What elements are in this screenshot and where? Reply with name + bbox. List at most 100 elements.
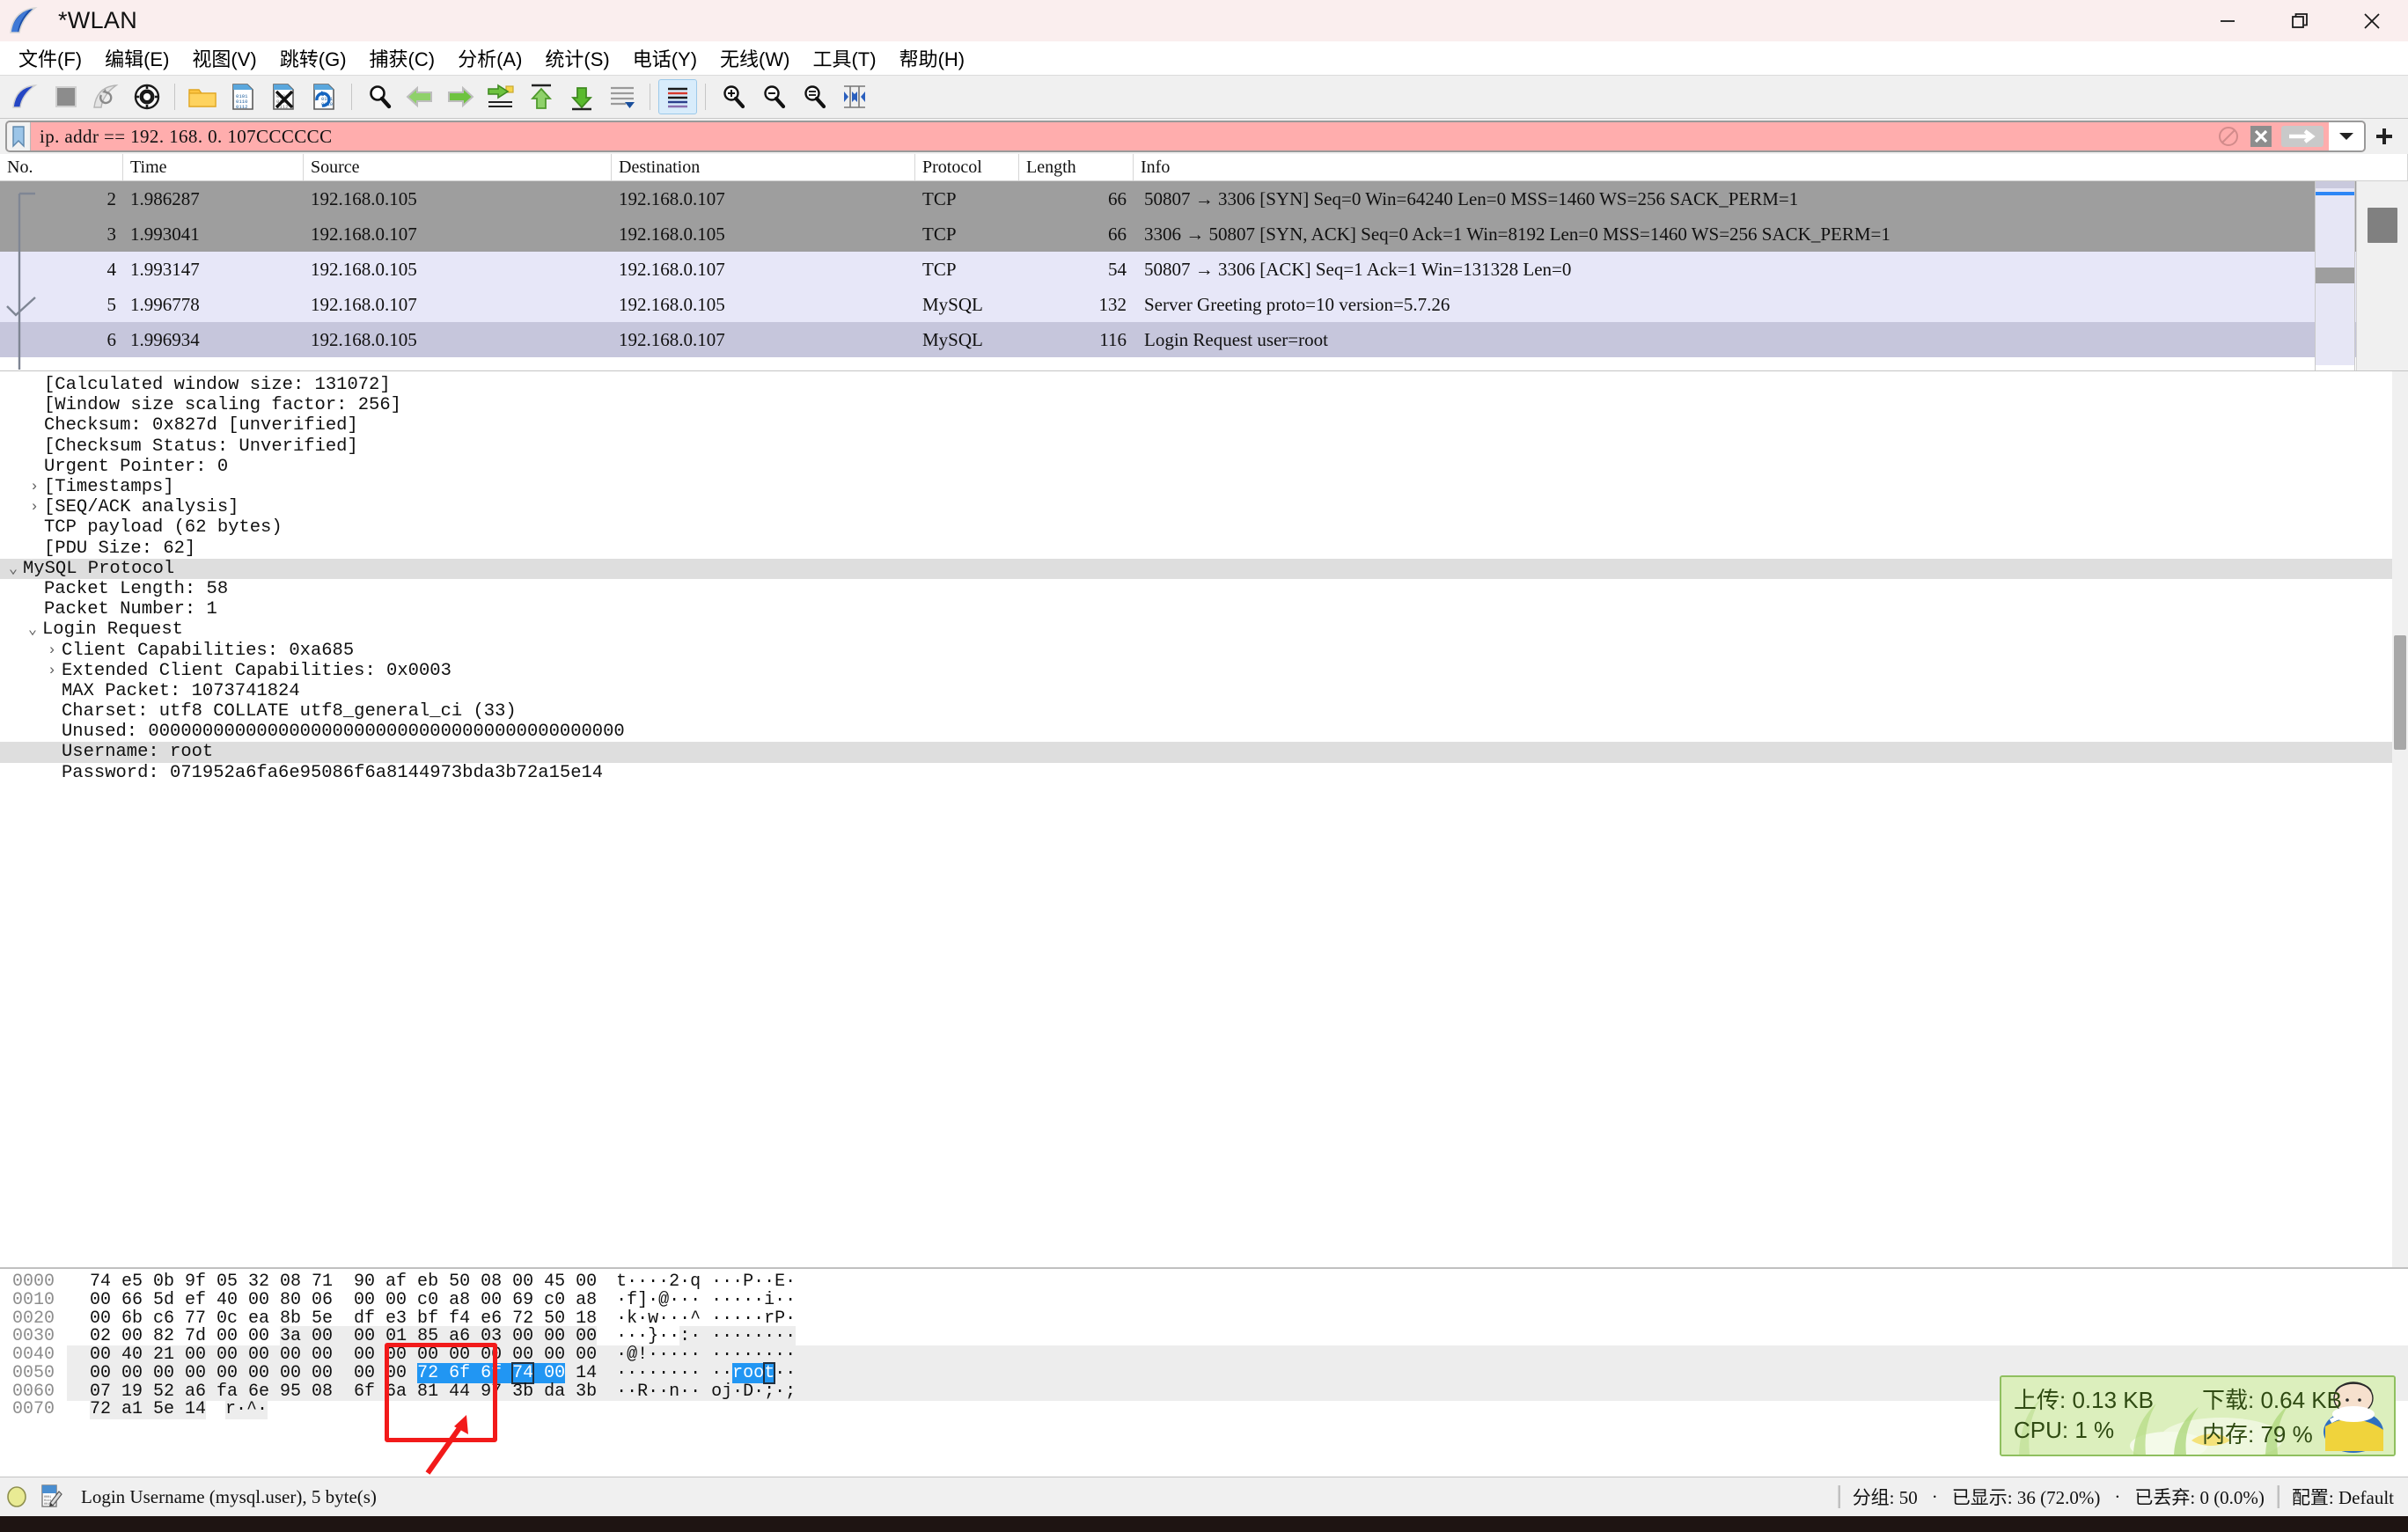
packet-detail-scrollbar[interactable] (2392, 371, 2408, 1267)
hex-row[interactable]: 0020 00 6b c6 77 0c ea 8b 5e df e3 bf f4… (0, 1308, 2408, 1329)
packet-list-scrollbar[interactable] (2356, 181, 2408, 370)
capture-file-comment-icon[interactable]: 0001 0111 0010 (33, 1484, 69, 1510)
status-profile[interactable]: 配置: Default (2292, 1484, 2394, 1510)
table-row[interactable]: 3 1.993041 192.168.0.107 192.168.0.105 T… (0, 216, 2408, 252)
menu-tools[interactable]: 工具(T) (801, 40, 887, 76)
column-header-time[interactable]: Time (123, 154, 304, 180)
apply-filter-arrow-icon[interactable] (2276, 122, 2329, 150)
close-file-icon[interactable]: 010101100112 (264, 79, 303, 114)
detail-row-max-packet[interactable]: MAX Packet: 1073741824 (0, 681, 2408, 701)
detail-row[interactable]: Packet Length: 58 (0, 579, 2408, 599)
detail-row-client-capabilities[interactable]: › Client Capabilities: 0xa685 (0, 640, 2408, 661)
capture-options-icon[interactable] (128, 79, 166, 114)
clear-filter-icon[interactable] (2246, 122, 2276, 150)
chevron-right-icon[interactable]: › (42, 642, 62, 659)
detail-row-charset[interactable]: Charset: utf8 COLLATE utf8_general_ci (3… (0, 701, 2408, 722)
column-header-source[interactable]: Source (304, 154, 612, 180)
zoom-out-icon[interactable] (754, 79, 793, 114)
start-capture-icon[interactable] (6, 79, 45, 114)
open-file-icon[interactable] (183, 79, 222, 114)
detail-row-seq-ack-analysis[interactable]: › [SEQ/ACK analysis] (0, 497, 2408, 517)
restore-button[interactable] (2264, 0, 2336, 41)
resize-columns-icon[interactable] (835, 79, 874, 114)
restart-capture-icon[interactable] (87, 79, 126, 114)
menu-capture[interactable]: 捕获(C) (358, 40, 447, 76)
find-packet-icon[interactable] (360, 79, 399, 114)
cell-destination: 192.168.0.105 (619, 293, 725, 315)
go-forward-icon[interactable] (441, 79, 480, 114)
chevron-right-icon[interactable]: › (25, 499, 44, 516)
detail-row-unused[interactable]: Unused: 00000000000000000000000000000000… (0, 722, 2408, 742)
chevron-down-icon[interactable]: ⌄ (23, 620, 42, 639)
table-row[interactable]: 5 1.996778 192.168.0.107 192.168.0.105 M… (0, 287, 2408, 322)
detail-row[interactable]: [Window size scaling factor: 256] (0, 395, 2408, 415)
go-last-packet-icon[interactable] (562, 79, 601, 114)
system-monitor-widget[interactable]: 上传: 0.13 KB 下载: 0.64 KB CPU: 1 % 内存: 79 … (2000, 1375, 2396, 1456)
detail-row[interactable]: Packet Number: 1 (0, 599, 2408, 619)
filter-dropdown-chevron-down-icon[interactable] (2329, 122, 2364, 150)
chevron-down-icon[interactable]: ⌄ (4, 560, 23, 578)
cell-no: 6 (106, 328, 117, 350)
detail-row-login-request[interactable]: ⌄ Login Request (0, 619, 2408, 640)
display-filter-input[interactable]: ip. addr == 192. 168. 0. 107CCCCCC (31, 122, 2211, 150)
column-header-destination[interactable]: Destination (612, 154, 915, 180)
hex-row[interactable]: 0030 02 00 82 7d 00 00 3a 00 00 01 85 a6… (0, 1326, 2408, 1347)
display-filter-container[interactable]: ip. addr == 192. 168. 0. 107CCCCCC (5, 121, 2366, 152)
cell-info: 50807 → 3306 [SYN] Seq=0 Win=64240 Len=0… (1144, 187, 1799, 209)
zoom-reset-icon[interactable] (795, 79, 833, 114)
svg-text:0112: 0112 (236, 104, 247, 110)
detail-row-username[interactable]: Username: root (0, 742, 2408, 763)
status-dot-1: · (1931, 1485, 1938, 1507)
menu-wireless[interactable]: 无线(W) (708, 40, 801, 76)
go-first-packet-icon[interactable] (522, 79, 561, 114)
expert-info-icon[interactable] (0, 1485, 33, 1508)
reload-file-icon[interactable]: 0101 0110 (305, 79, 343, 114)
add-filter-button[interactable] (2366, 125, 2403, 148)
detail-row-password[interactable]: Password: 071952a6fa6e95086f6a8144973bda… (0, 763, 2408, 783)
minimize-button[interactable] (2191, 0, 2264, 41)
detail-row[interactable]: [Checksum Status: Unverified] (0, 436, 2408, 457)
go-back-icon[interactable] (400, 79, 439, 114)
menu-file[interactable]: 文件(F) (7, 40, 93, 76)
detail-row[interactable]: Checksum: 0x827d [unverified] (0, 415, 2408, 436)
detail-row[interactable]: [Calculated window size: 131072] (0, 375, 2408, 395)
detail-row[interactable]: Urgent Pointer: 0 (0, 457, 2408, 477)
menu-statistics[interactable]: 统计(S) (533, 40, 620, 76)
auto-scroll-icon[interactable] (603, 79, 642, 114)
table-row[interactable]: 2 1.986287 192.168.0.105 192.168.0.107 T… (0, 181, 2408, 216)
hex-ascii: ·@!····· ········ (616, 1345, 797, 1366)
table-row[interactable]: 4 1.993147 192.168.0.105 192.168.0.107 T… (0, 252, 2408, 287)
menu-view[interactable]: 视图(V) (180, 40, 268, 76)
zoom-in-icon[interactable] (714, 79, 752, 114)
stop-capture-icon[interactable] (47, 79, 85, 114)
column-header-info[interactable]: Info (1134, 154, 2408, 180)
packet-detail-scroll-thumb[interactable] (2394, 635, 2406, 750)
detail-row-extended-capabilities[interactable]: › Extended Client Capabilities: 0x0003 (0, 661, 2408, 681)
packet-list-scroll-thumb[interactable] (2368, 208, 2397, 243)
chevron-right-icon[interactable]: › (25, 479, 44, 495)
go-to-packet-icon[interactable] (481, 79, 520, 114)
close-button[interactable] (2336, 0, 2408, 41)
detail-row[interactable]: [PDU Size: 62] (0, 539, 2408, 559)
column-header-no[interactable]: No. (0, 154, 123, 180)
column-header-length[interactable]: Length (1019, 154, 1134, 180)
table-row-selected[interactable]: 6 1.996934 192.168.0.105 192.168.0.107 M… (0, 322, 2408, 357)
menu-telephony[interactable]: 电话(Y) (621, 40, 708, 76)
menu-wireless-label: 无线(W) (720, 48, 790, 70)
hex-row[interactable]: 0040 00 40 21 00 00 00 00 00 00 00 00 00… (0, 1345, 2408, 1366)
menu-help[interactable]: 帮助(H) (888, 40, 977, 76)
hex-row[interactable]: 0000 74 e5 0b 9f 05 32 08 71 90 af eb 50… (0, 1272, 2408, 1292)
detail-row-mysql-protocol[interactable]: ⌄ MySQL Protocol (0, 558, 2408, 579)
detail-row-timestamps[interactable]: › [Timestamps] (0, 477, 2408, 497)
detail-row[interactable]: TCP payload (62 bytes) (0, 517, 2408, 538)
column-header-protocol[interactable]: Protocol (915, 154, 1019, 180)
bookmark-icon[interactable] (7, 122, 31, 150)
cell-info: Server Greeting proto=10 version=5.7.26 (1144, 293, 1450, 315)
colorize-packets-icon[interactable] (658, 79, 697, 114)
menu-analyze[interactable]: 分析(A) (446, 40, 533, 76)
menu-go[interactable]: 跳转(G) (268, 40, 358, 76)
hex-row[interactable]: 0010 00 66 5d ef 40 00 80 06 00 00 c0 a8… (0, 1290, 2408, 1310)
menu-edit[interactable]: 编辑(E) (93, 40, 180, 76)
chevron-right-icon[interactable]: › (42, 663, 62, 679)
save-file-icon[interactable]: 0101 0110 0112 (224, 79, 262, 114)
